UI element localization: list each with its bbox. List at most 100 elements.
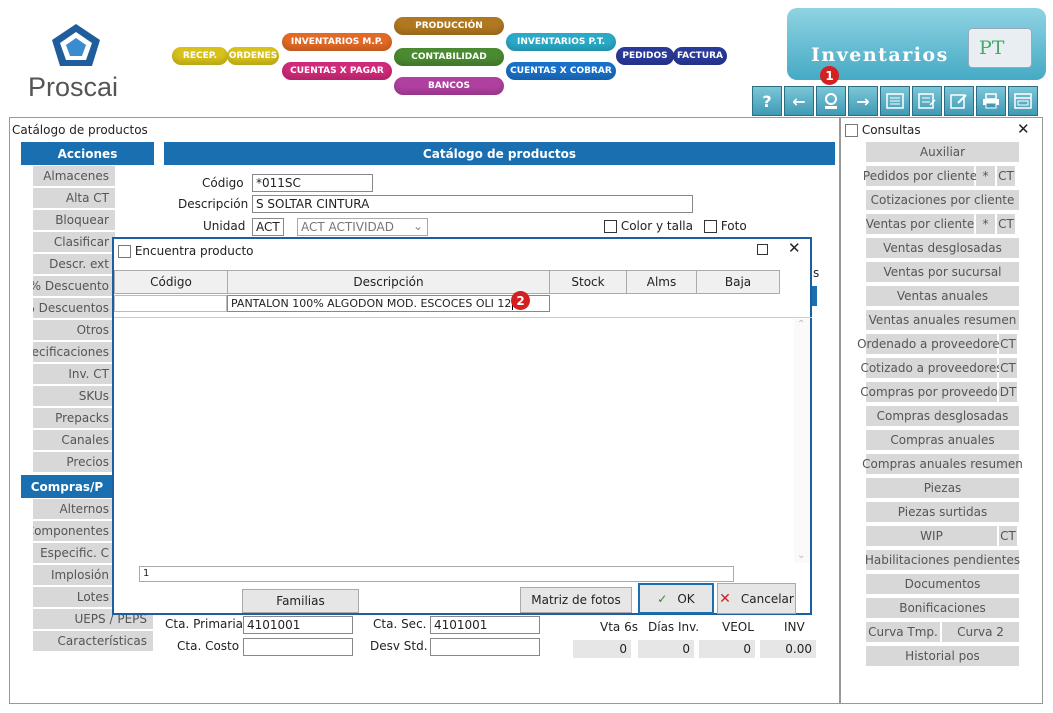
- consulta-item[interactable]: Habilitaciones pendientes: [865, 550, 1020, 570]
- codigo-field[interactable]: *011SC: [252, 174, 373, 192]
- consulta-item-extra[interactable]: CT: [997, 214, 1015, 234]
- module-cuentas-cobrar[interactable]: CUENTAS X COBRAR: [506, 62, 616, 80]
- consulta-item[interactable]: Ordenado a proveedores: [857, 334, 1006, 354]
- compras-item[interactable]: Implosión: [33, 565, 115, 585]
- search-button[interactable]: [816, 86, 846, 116]
- acciones-item[interactable]: Inv. CT: [33, 364, 115, 384]
- forward-button[interactable]: →: [848, 86, 878, 116]
- descripcion-field[interactable]: S SOLTAR CINTURA: [252, 195, 693, 213]
- consulta-item[interactable]: Ventas desglosadas: [866, 238, 1019, 258]
- consulta-item[interactable]: Auxiliar: [866, 142, 1019, 162]
- acciones-item[interactable]: Prepacks: [33, 408, 115, 428]
- consulta-item[interactable]: Piezas surtidas: [866, 502, 1019, 522]
- unidad-field[interactable]: ACT: [252, 218, 284, 236]
- module-factura[interactable]: FACTURA: [673, 47, 727, 65]
- module-contabilidad[interactable]: CONTABILIDAD: [394, 48, 504, 66]
- search-codigo-input[interactable]: [114, 295, 227, 312]
- module-ordenes[interactable]: ORDENES: [227, 47, 279, 65]
- matriz-fotos-button[interactable]: Matriz de fotos: [520, 587, 632, 613]
- consulta-item[interactable]: Curva Tmp.: [866, 622, 940, 642]
- module-produccion[interactable]: PRODUCCIÓN: [394, 17, 504, 35]
- col-descripcion[interactable]: Descripción: [227, 270, 550, 294]
- consulta-item-extra[interactable]: CT: [999, 358, 1017, 378]
- col-codigo[interactable]: Código: [114, 270, 228, 294]
- consulta-item-extra[interactable]: CT: [999, 334, 1017, 354]
- consulta-item[interactable]: Compras anuales resumen: [862, 454, 1023, 474]
- back-button[interactable]: ←: [784, 86, 814, 116]
- consulta-item[interactable]: Ventas por sucursal: [866, 262, 1019, 282]
- maximize-icon[interactable]: [757, 244, 768, 255]
- print-button[interactable]: [976, 86, 1006, 116]
- module-bancos[interactable]: BANCOS: [394, 77, 504, 95]
- acciones-item[interactable]: Almacenes: [33, 166, 115, 186]
- consulta-item-extra[interactable]: Curva 2: [942, 622, 1019, 642]
- acciones-item[interactable]: Precios: [33, 452, 115, 472]
- consulta-item[interactable]: Compras anuales: [866, 430, 1019, 450]
- acciones-item[interactable]: Clasificar: [33, 232, 115, 252]
- compras-item[interactable]: Características: [33, 631, 153, 651]
- module-inventarios-pt[interactable]: INVENTARIOS P.T.: [506, 33, 616, 51]
- foto-box[interactable]: [704, 220, 717, 233]
- consulta-item-extra[interactable]: DT: [999, 382, 1017, 402]
- compras-item[interactable]: Lotes: [33, 587, 115, 607]
- consulta-item[interactable]: Compras por proveedor: [860, 382, 1003, 402]
- module-recep[interactable]: RECEP.: [172, 47, 228, 65]
- results-area[interactable]: [114, 317, 812, 563]
- consulta-item[interactable]: Cotizaciones por cliente: [866, 190, 1019, 210]
- col-baja[interactable]: Baja: [696, 270, 780, 294]
- acciones-item[interactable]: Canales: [33, 430, 115, 450]
- acciones-item[interactable]: Otros: [33, 320, 115, 340]
- cancel-button[interactable]: ✕ Cancelar: [717, 583, 796, 614]
- edit-button[interactable]: [944, 86, 974, 116]
- consulta-item[interactable]: Historial pos: [866, 646, 1019, 666]
- scroll-down-icon[interactable]: ⌄: [797, 550, 805, 561]
- scroll-up-icon[interactable]: ⌃: [797, 319, 805, 330]
- module-pedidos[interactable]: PEDIDOS: [616, 47, 674, 65]
- module-cuentas-pagar[interactable]: CUENTAS X PAGAR: [282, 62, 392, 80]
- consulta-item[interactable]: Pedidos por cliente: [863, 166, 977, 186]
- consulta-item-extra[interactable]: CT: [997, 166, 1015, 186]
- consulta-item[interactable]: Ventas anuales: [866, 286, 1019, 306]
- window-button[interactable]: [1008, 86, 1038, 116]
- search-descripcion-input[interactable]: PANTALON 100% ALGODON MOD. ESCOCES OLI 1…: [227, 295, 550, 312]
- consulta-item-extra[interactable]: CT: [999, 526, 1017, 546]
- color-talla-checkbox[interactable]: Color y talla: [604, 219, 693, 233]
- cta-costo-field[interactable]: [243, 638, 353, 656]
- desv-std-field[interactable]: [430, 638, 540, 656]
- col-stock[interactable]: Stock: [549, 270, 627, 294]
- acciones-item[interactable]: % Descuento: [33, 276, 115, 296]
- acciones-item[interactable]: Descr. ext: [33, 254, 115, 274]
- acciones-item[interactable]: Bloquear: [33, 210, 115, 230]
- acciones-item[interactable]: SKUs: [33, 386, 115, 406]
- consulta-item-extra[interactable]: *: [976, 166, 995, 186]
- cta-sec-field[interactable]: 4101001: [430, 616, 540, 634]
- consulta-item[interactable]: Documentos: [866, 574, 1019, 594]
- consulta-item[interactable]: WIP: [866, 526, 997, 546]
- close-icon[interactable]: ✕: [1017, 120, 1030, 138]
- dialog-close-icon[interactable]: ✕: [788, 239, 801, 257]
- cta-primaria-field[interactable]: 4101001: [243, 616, 353, 634]
- consulta-item[interactable]: Compras desglosadas: [866, 406, 1019, 426]
- foto-checkbox[interactable]: Foto: [704, 219, 747, 233]
- ok-button[interactable]: ✓ OK: [638, 583, 714, 614]
- consulta-item-extra[interactable]: *: [976, 214, 995, 234]
- report-button[interactable]: [912, 86, 942, 116]
- col-alms[interactable]: Alms: [626, 270, 697, 294]
- acciones-item[interactable]: % Descuentos: [33, 298, 115, 318]
- acciones-item[interactable]: Especificaciones: [33, 342, 115, 362]
- scrollbar[interactable]: ⌃ ⌄: [794, 319, 810, 563]
- consulta-item[interactable]: Ventas anuales resumen: [866, 310, 1019, 330]
- familias-button[interactable]: Familias: [242, 589, 359, 613]
- list-button[interactable]: [880, 86, 910, 116]
- consulta-item[interactable]: Cotizado a proveedores: [860, 358, 1003, 378]
- help-button[interactable]: ?: [752, 86, 782, 116]
- acciones-item[interactable]: Alta CT: [33, 188, 115, 208]
- color-talla-box[interactable]: [604, 220, 617, 233]
- consulta-item[interactable]: Ventas por cliente: [866, 214, 974, 234]
- module-inventarios-mp[interactable]: INVENTARIOS M.P.: [282, 33, 392, 51]
- unidad-select[interactable]: ACT ACTIVIDAD ⌄: [297, 218, 428, 236]
- compras-item[interactable]: Componentes: [33, 521, 115, 541]
- compras-item[interactable]: Especific. C: [33, 543, 115, 563]
- compras-item[interactable]: Alternos: [33, 499, 115, 519]
- consulta-item[interactable]: Bonificaciones: [866, 598, 1019, 618]
